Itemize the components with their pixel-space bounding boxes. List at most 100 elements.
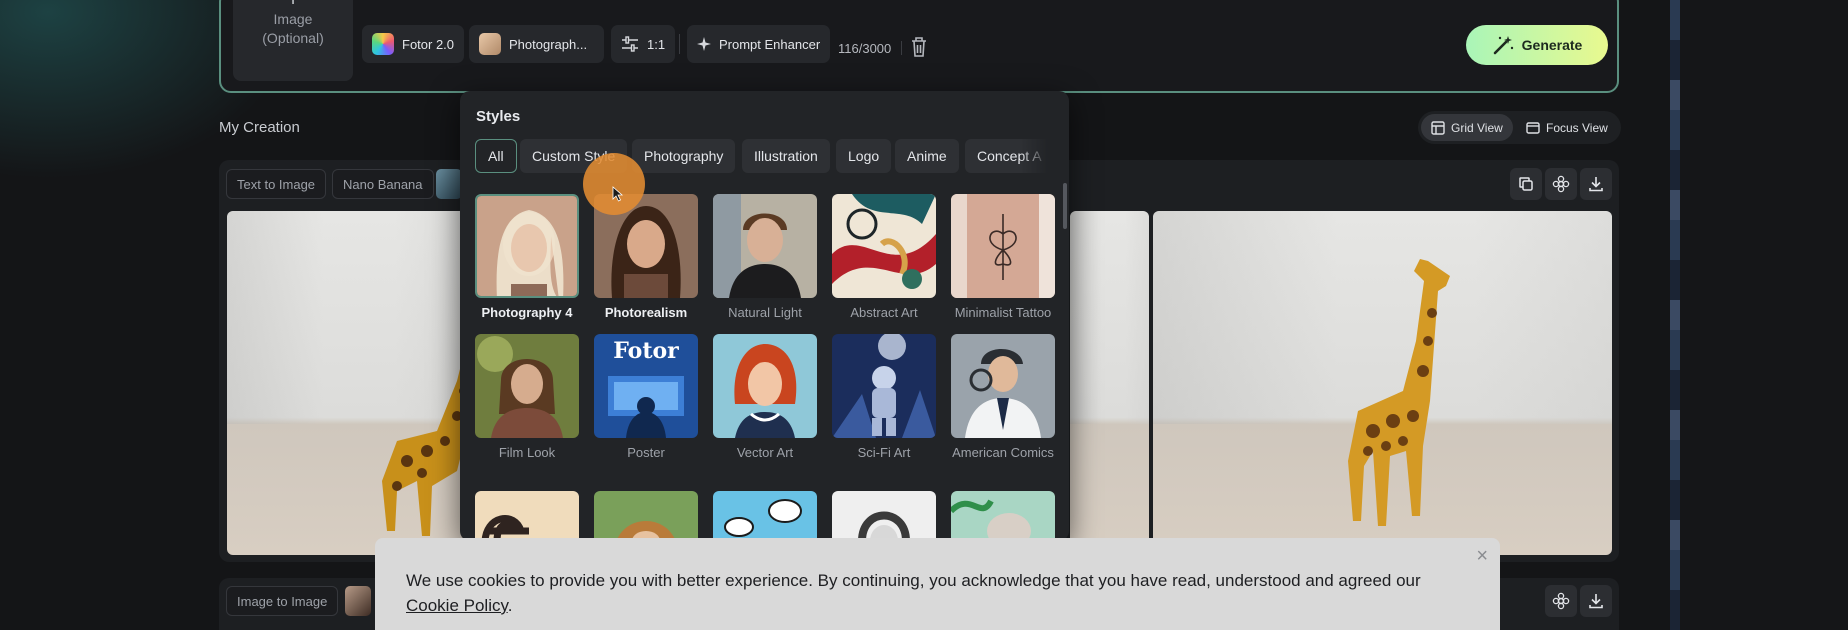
my-creation-title: My Creation (219, 119, 300, 136)
ratio-selector[interactable]: 1:1 (611, 25, 676, 63)
style-thumbnail: Fotor (594, 334, 698, 438)
focus-view-button[interactable]: Focus View (1516, 114, 1618, 141)
style-card-row3-1[interactable] (475, 491, 579, 541)
style-thumbnail (832, 334, 936, 438)
category-tab-photography[interactable]: Photography (632, 139, 736, 173)
scrollbar-thumb[interactable] (1063, 183, 1067, 229)
cookie-text-end: . (507, 596, 513, 615)
trash-icon[interactable] (910, 36, 928, 58)
magic-wand-icon (1493, 36, 1513, 55)
image-upload-optional: (Optional) (262, 30, 324, 46)
style-thumbnail (951, 491, 1055, 541)
poster-wordmark: Fotor (613, 338, 679, 364)
cookie-message: We use cookies to provide you with bette… (406, 568, 1446, 618)
regenerate-button-2[interactable] (1545, 585, 1577, 617)
style-label: Film Look (498, 445, 556, 460)
style-thumbnail (475, 491, 579, 541)
reference-thumbnail[interactable] (436, 169, 462, 199)
cookie-banner: × We use cookies to provide you with bet… (375, 538, 1500, 630)
cookie-policy-link[interactable]: Cookie Policy (406, 596, 508, 615)
flower-icon (1552, 592, 1570, 610)
style-thumbnail (594, 491, 698, 541)
style-label: Photography 4 (481, 305, 573, 320)
category-tab-anime[interactable]: Anime (895, 139, 959, 173)
style-label: Natural Light (728, 305, 802, 320)
grid-view-label: Grid View (1451, 120, 1503, 135)
style-label: Photograph... (509, 36, 588, 52)
close-icon[interactable]: × (1476, 546, 1488, 566)
style-card-poster[interactable]: Fotor Poster (594, 334, 698, 461)
image-upload-button[interactable]: + Image (Optional) (233, 0, 353, 81)
regenerate-button[interactable] (1545, 168, 1577, 200)
reference-thumbnail-2[interactable] (345, 586, 371, 616)
style-label: Abstract Art (850, 305, 918, 320)
view-toggle: Grid View Focus View (1418, 111, 1621, 144)
category-tab-all[interactable]: All (475, 139, 517, 173)
style-card-row3-2[interactable] (594, 491, 698, 541)
style-card-film-look[interactable]: Film Look (475, 334, 579, 461)
style-card-minimalist-tattoo[interactable]: Minimalist Tattoo (951, 194, 1055, 321)
style-card-sci-fi-art[interactable]: Sci-Fi Art (832, 334, 936, 461)
generated-image-3[interactable] (1153, 211, 1612, 555)
generated-image-2[interactable] (1070, 211, 1149, 555)
copy-icon (1519, 177, 1533, 191)
style-label: Sci-Fi Art (857, 445, 911, 460)
style-thumbnail (951, 194, 1055, 298)
focus-icon (1526, 121, 1540, 134)
style-card-row3-5[interactable] (951, 491, 1055, 541)
grid-view-button[interactable]: Grid View (1421, 114, 1513, 141)
style-label: Photorealism (604, 305, 688, 320)
copy-button[interactable] (1510, 168, 1542, 200)
history-thumbnails-strip[interactable] (1670, 0, 1680, 630)
style-thumbnail (951, 334, 1055, 438)
download-button-2[interactable] (1580, 585, 1612, 617)
category-fade (1020, 139, 1060, 173)
model-selector[interactable]: Fotor 2.0 (362, 25, 465, 63)
style-selector[interactable]: Photograph... (469, 25, 604, 63)
mouse-pointer-icon (612, 186, 624, 202)
model-label: Fotor 2.0 (402, 36, 455, 52)
fotor-logo-icon (372, 33, 394, 55)
style-card-abstract-art[interactable]: Abstract Art (832, 194, 936, 321)
generate-button[interactable]: Generate (1466, 25, 1608, 65)
style-card-american-comics[interactable]: American Comics (951, 334, 1055, 461)
plus-icon: + (233, 0, 353, 10)
generated-image-1[interactable] (227, 211, 467, 555)
image-upload-label: Image (273, 11, 313, 27)
style-thumbnail (832, 491, 936, 541)
download-button[interactable] (1580, 168, 1612, 200)
style-card-row3-3[interactable] (713, 491, 817, 541)
style-card-row3-4[interactable] (832, 491, 936, 541)
prompt-enhancer-button[interactable]: Prompt Enhancer (687, 25, 831, 63)
sliders-icon (622, 36, 638, 52)
style-card-natural-light[interactable]: Natural Light (713, 194, 817, 321)
download-icon (1589, 177, 1603, 192)
divider (901, 41, 902, 55)
download-icon (1589, 594, 1603, 609)
category-tab-illustration[interactable]: Illustration (742, 139, 830, 173)
giraffe-figure (382, 341, 467, 536)
style-label: Minimalist Tattoo (954, 305, 1052, 320)
style-card-vector-art[interactable]: Vector Art (713, 334, 817, 461)
prompt-enhancer-label: Prompt Enhancer (719, 36, 821, 52)
sparkle-icon (697, 37, 711, 51)
style-label: Poster (627, 445, 665, 460)
style-thumbnail (713, 334, 817, 438)
styles-dropdown: Styles All Custom Style Photography Illu… (460, 91, 1069, 541)
focus-view-label: Focus View (1546, 120, 1608, 135)
style-label: American Comics (952, 445, 1054, 460)
model-tag: Nano Banana (332, 169, 434, 199)
flower-icon (1552, 175, 1570, 193)
cookie-text: We use cookies to provide you with bette… (406, 571, 1421, 590)
style-thumbnail (475, 334, 579, 438)
style-thumbnail (832, 194, 936, 298)
prompt-composer: + Image (Optional) Fotor 2.0 Photograph.… (219, 0, 1619, 93)
style-thumb-icon (479, 33, 501, 55)
category-tab-logo[interactable]: Logo (836, 139, 892, 173)
style-card-photography-4[interactable]: Photography 4 (475, 194, 579, 321)
generate-label: Generate (1521, 37, 1583, 53)
character-count: 116/3000 (838, 41, 892, 56)
grid-icon (1431, 120, 1445, 135)
styles-title: Styles (476, 108, 521, 125)
ratio-label: 1:1 (647, 36, 666, 52)
